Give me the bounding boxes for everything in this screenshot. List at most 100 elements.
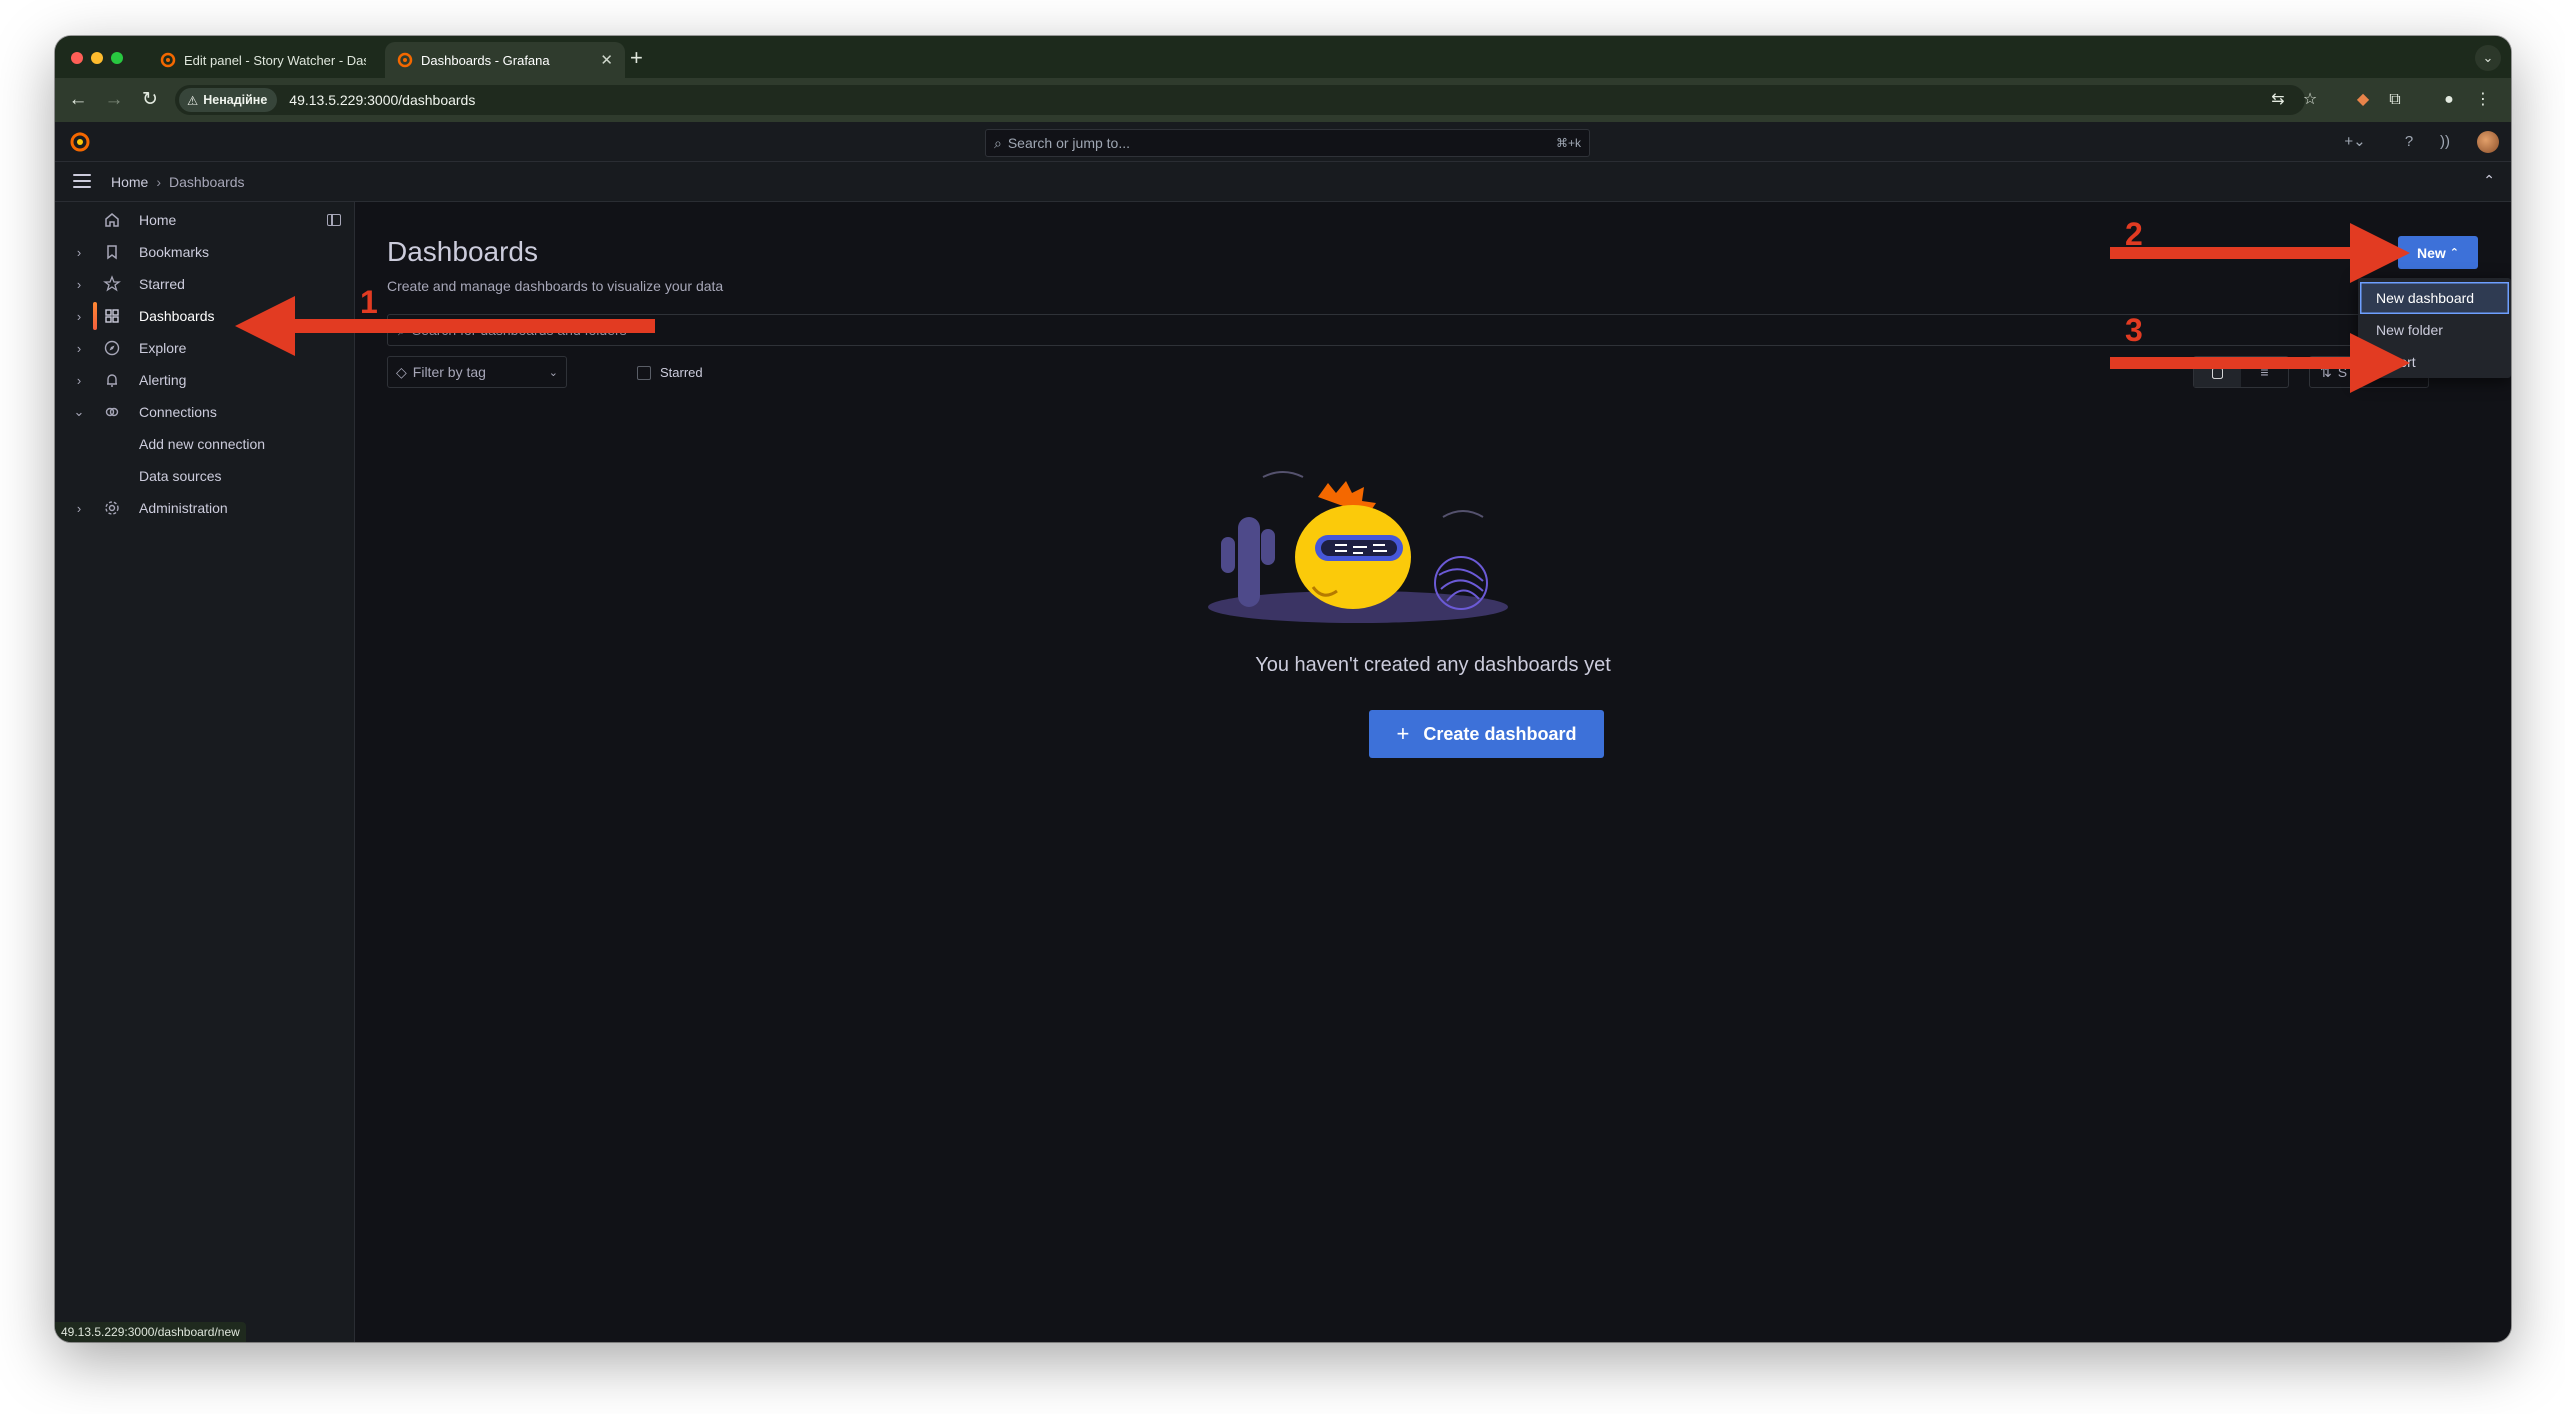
- bookmark-icon: [107, 245, 117, 260]
- keyboard-shortcut-hint: ⌘+k: [1555, 136, 1581, 150]
- sidebar-item-administration[interactable]: › Administration: [55, 492, 354, 524]
- sidebar-item-label: Add new connection: [139, 436, 266, 452]
- maximize-window-button[interactable]: [111, 52, 123, 64]
- empty-state-illustration: [1208, 471, 1508, 623]
- forward-button[interactable]: →: [101, 87, 127, 113]
- new-button[interactable]: New ⌃: [2398, 236, 2478, 269]
- help-icon[interactable]: ?: [2397, 130, 2421, 154]
- sidebar-item-alerting[interactable]: › Alerting: [55, 364, 354, 396]
- sidebar-item-label: Connections: [139, 404, 217, 420]
- profile-icon[interactable]: ●: [2437, 88, 2461, 112]
- close-window-button[interactable]: [71, 52, 83, 64]
- expand-chevron-icon[interactable]: ›: [73, 501, 85, 516]
- sidebar-item-label: Home: [139, 212, 177, 228]
- sidebar-item-label: Explore: [139, 340, 187, 356]
- new-tab-button[interactable]: +: [630, 44, 643, 72]
- expand-chevron-icon[interactable]: ›: [73, 277, 85, 292]
- sidebar-item-home[interactable]: Home: [55, 204, 354, 236]
- starred-label[interactable]: Starred: [660, 365, 703, 380]
- search-placeholder: Search or jump to...: [1007, 135, 1131, 151]
- browser-tab-dashboards[interactable]: Dashboards - Grafana ✕: [385, 42, 625, 78]
- expand-chevron-icon[interactable]: ›: [73, 341, 85, 356]
- filter-tag-label: Filter by tag: [412, 364, 486, 380]
- browser-tab-strip: Edit panel - Story Watcher - Dashboards …: [55, 36, 2511, 78]
- cog-icon: [105, 501, 119, 515]
- collapse-chevron-icon[interactable]: ⌄: [73, 404, 85, 420]
- empty-state-message: You haven't created any dashboards yet: [1255, 654, 1611, 676]
- tag-icon: ◇: [396, 363, 407, 380]
- annotation-arrow-1: [235, 296, 655, 356]
- annotation-arrow-2: [2110, 223, 2410, 283]
- sidebar-item-label: Alerting: [139, 372, 187, 388]
- breadcrumb-bar: Home › Dashboards ⌃: [55, 162, 2511, 202]
- create-dashboard-label: Create dashboard: [1423, 723, 1577, 744]
- expand-chevron-icon[interactable]: ›: [73, 245, 85, 260]
- sidebar-item-label: Administration: [139, 500, 228, 516]
- url-text: 49.13.5.229:3000/dashboards: [289, 92, 476, 108]
- extensions-puzzle-icon[interactable]: ⧉: [2383, 88, 2407, 112]
- status-bar-url: 49.13.5.229:3000/dashboard/new: [55, 1322, 246, 1342]
- sidebar-item-label: Dashboards: [139, 308, 215, 324]
- tab-title: Edit panel - Story Watcher - Dashboards …: [184, 52, 366, 68]
- security-indicator[interactable]: ⚠ Ненадійне: [179, 88, 278, 112]
- sidebar-item-bookmarks[interactable]: › Bookmarks: [55, 236, 354, 268]
- chevron-up-icon: ⌃: [2449, 247, 2459, 259]
- annotation-number-3: 3: [2125, 312, 2143, 348]
- starred-checkbox[interactable]: [637, 366, 651, 380]
- user-avatar[interactable]: [2477, 131, 2499, 153]
- global-search-input[interactable]: ⌕ Search or jump to... ⌘+k: [985, 129, 1590, 157]
- minimize-window-button[interactable]: [91, 52, 103, 64]
- sidebar-item-data-sources[interactable]: Data sources: [55, 460, 354, 492]
- link-icon: [105, 407, 119, 417]
- browser-tab-edit-panel[interactable]: Edit panel - Story Watcher - Dashboards …: [148, 42, 378, 78]
- breadcrumb-current: Dashboards: [169, 174, 245, 190]
- chevron-down-icon: ⌄: [548, 366, 558, 379]
- address-bar[interactable]: ⚠ Ненадійне 49.13.5.229:3000/dashboards: [175, 85, 2305, 115]
- sidebar-item-connections[interactable]: ⌄ Connections: [55, 396, 354, 428]
- breadcrumb: Home › Dashboards: [111, 174, 245, 190]
- translate-icon[interactable]: ⇆: [2266, 88, 2290, 112]
- reload-button[interactable]: ↻: [137, 87, 163, 113]
- dashboard-search-input[interactable]: ⌕ Search for dashboards and folders: [387, 314, 2377, 346]
- breadcrumb-home[interactable]: Home: [111, 174, 148, 190]
- tab-search-button[interactable]: ⌄: [2475, 45, 2501, 71]
- apps-icon: [105, 309, 119, 323]
- grafana-favicon-icon: [397, 52, 413, 68]
- search-icon: ⌕: [994, 134, 1002, 151]
- grafana-top-bar: ⌕ Search or jump to... ⌘+k +⌄ ? )): [55, 122, 2511, 162]
- sidebar-item-label: Starred: [139, 276, 185, 292]
- add-new-icon[interactable]: +⌄: [2338, 130, 2372, 154]
- create-dashboard-button[interactable]: + Create dashboard: [1369, 710, 1604, 758]
- browser-toolbar: ← → ↻ ⚠ Ненадійне 49.13.5.229:3000/dashb…: [55, 78, 2511, 122]
- sidebar: Home › Bookmarks › Starred › Dashboards …: [55, 202, 355, 1342]
- expand-chevron-icon[interactable]: ›: [73, 373, 85, 388]
- sidebar-item-add-new-connection[interactable]: Add new connection: [55, 428, 354, 460]
- plus-icon: +: [1396, 721, 1410, 746]
- back-button[interactable]: ←: [65, 87, 91, 113]
- annotation-number-2: 2: [2125, 216, 2143, 252]
- menu-toggle-icon[interactable]: [73, 174, 91, 192]
- sidebar-item-label: Data sources: [139, 468, 222, 484]
- security-label: Ненадійне: [203, 93, 268, 107]
- menu-item-new-dashboard[interactable]: New dashboard: [2360, 282, 2509, 314]
- bookmark-star-icon[interactable]: ☆: [2298, 88, 2322, 112]
- expand-chevron-icon[interactable]: ›: [73, 309, 85, 324]
- browser-menu-icon[interactable]: ⋮: [2471, 88, 2495, 112]
- annotation-number-1: 1: [360, 284, 378, 320]
- news-feed-icon[interactable]: )): [2433, 130, 2457, 154]
- sidebar-item-label: Bookmarks: [139, 244, 210, 260]
- home-icon: [105, 213, 119, 227]
- extension-fox-icon[interactable]: ◆: [2351, 88, 2375, 112]
- warning-icon: ⚠: [187, 93, 199, 108]
- close-tab-icon[interactable]: ✕: [600, 51, 613, 69]
- bell-icon: [107, 374, 117, 387]
- grafana-favicon-icon: [160, 52, 176, 68]
- grafana-logo-icon[interactable]: [69, 131, 91, 153]
- browser-window: Edit panel - Story Watcher - Dashboards …: [55, 36, 2511, 1342]
- new-button-label: New: [2416, 244, 2446, 261]
- star-icon: [103, 275, 121, 292]
- compass-icon: [104, 340, 120, 356]
- breadcrumb-separator-icon: ›: [156, 174, 162, 190]
- page-title: Dashboards: [387, 236, 538, 267]
- collapse-chevron-icon[interactable]: ⌃: [2483, 172, 2495, 189]
